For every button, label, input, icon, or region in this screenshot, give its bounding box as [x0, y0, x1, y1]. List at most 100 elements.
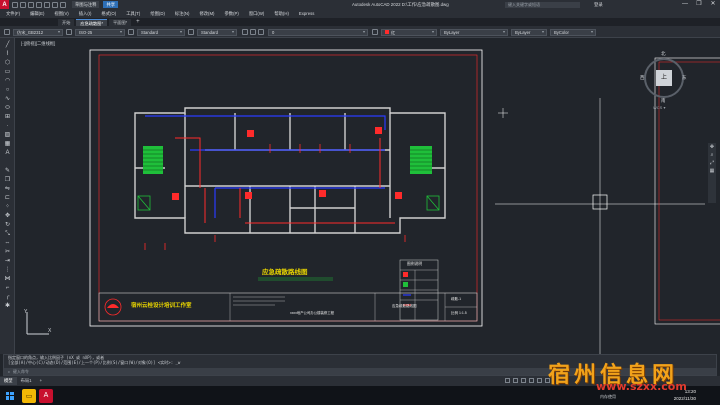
fillet-icon[interactable]: ╭ [4, 294, 11, 301]
autocad-logo-icon[interactable]: A [0, 0, 9, 9]
file-explorer-icon[interactable]: ▭ [22, 388, 36, 403]
mleader-style-icon[interactable] [188, 29, 194, 35]
table-style-dropdown[interactable]: Standard [137, 28, 185, 36]
menu-dimension[interactable]: 标注(N) [175, 11, 190, 17]
osnap-toggle-icon[interactable] [537, 378, 542, 383]
workspace-dropdown[interactable]: 草图与注释 [72, 1, 100, 8]
explode-icon[interactable]: ✱ [4, 303, 11, 310]
save-icon[interactable] [28, 1, 34, 8]
hatch-icon[interactable]: ▨ [4, 132, 11, 139]
insert-block-icon[interactable]: ⊞ [4, 114, 11, 121]
compass-north[interactable]: 北 [661, 51, 666, 57]
move-icon[interactable]: ✥ [4, 213, 11, 220]
layer-dropdown[interactable]: 0 [268, 28, 368, 36]
menu-parametric[interactable]: 参数(P) [224, 11, 238, 17]
trim-icon[interactable]: ✂ [4, 249, 11, 256]
compass-east[interactable]: 东 [682, 75, 687, 81]
compass-south[interactable]: 南 [661, 98, 666, 104]
tab-layout1[interactable]: 布局1 [17, 377, 36, 385]
close-button[interactable]: ✕ [706, 0, 720, 9]
tab-evacuation-drawing[interactable]: 应急疏散图* [76, 19, 107, 26]
menu-file[interactable]: 文件(F) [6, 11, 20, 17]
sun-icon[interactable] [258, 29, 264, 35]
menu-express[interactable]: Express [299, 11, 315, 16]
tab-start[interactable]: 开始 [58, 19, 75, 26]
start-button[interactable] [0, 386, 19, 405]
arc-icon[interactable]: ◠ [4, 78, 11, 85]
scale-icon[interactable]: ⤡ [4, 231, 11, 238]
snap-toggle-icon[interactable] [513, 378, 518, 383]
menu-view[interactable]: 视图(V) [54, 11, 68, 17]
menu-format[interactable]: 格式(O) [101, 11, 116, 17]
menu-edit[interactable]: 编辑(E) [30, 11, 44, 17]
join-icon[interactable]: ⋈ [4, 276, 11, 283]
redo-icon[interactable] [60, 1, 66, 8]
maximize-button[interactable]: ❐ [692, 0, 706, 9]
ellipse-icon[interactable]: ⬭ [4, 105, 11, 112]
table-icon[interactable]: ▦ [4, 141, 11, 148]
stretch-icon[interactable]: ⇔ [4, 240, 11, 247]
open-icon[interactable] [20, 1, 26, 8]
ortho-toggle-icon[interactable] [521, 378, 526, 383]
new-tab-button[interactable]: + [133, 19, 143, 26]
copy-icon[interactable]: ❐ [4, 177, 11, 184]
break-icon[interactable]: ⋮ [4, 267, 11, 274]
signin-button[interactable]: 登录 [594, 0, 603, 9]
plotstyle-dropdown[interactable]: ByColor [550, 28, 596, 36]
tab-model[interactable]: 模型 [0, 377, 17, 385]
chamfer-icon[interactable]: ⌐ [4, 285, 11, 292]
lightbulb-icon[interactable] [250, 29, 256, 35]
dim-style-icon[interactable] [66, 29, 72, 35]
rectangle-icon[interactable]: ▭ [4, 69, 11, 76]
menu-insert[interactable]: 插入(I) [79, 11, 92, 17]
zoom-icon[interactable]: ⌕ [708, 151, 716, 159]
pan-icon[interactable]: ✥ [708, 143, 716, 151]
table-style-icon[interactable] [128, 29, 134, 35]
wcs-menu[interactable]: WCS ▾ [653, 105, 665, 110]
menu-draw[interactable]: 绘图(D) [150, 11, 165, 17]
dim-style-dropdown[interactable]: ISO-25 [75, 28, 125, 36]
grid-toggle-icon[interactable] [505, 378, 510, 383]
minimize-button[interactable]: — [678, 0, 692, 9]
menu-window[interactable]: 窗口(W) [249, 11, 265, 17]
menu-modify[interactable]: 修改(M) [199, 11, 214, 17]
tab-floor-plan[interactable]: 平面图* [108, 19, 132, 26]
share-button[interactable]: 共享 [103, 1, 119, 8]
line-icon[interactable]: ╱ [4, 42, 11, 49]
search-input[interactable]: 键入关键字或短语 [505, 1, 580, 8]
viewcube[interactable]: 上 北 南 西 东 WCS ▾ [640, 48, 690, 110]
array-icon[interactable]: ⁘ [4, 204, 11, 211]
erase-icon[interactable]: ✎ [4, 168, 11, 175]
autocad-taskbar-icon[interactable]: A [39, 388, 53, 403]
text-icon[interactable]: A [4, 150, 11, 157]
undo-icon[interactable] [52, 1, 58, 8]
drawing-canvas[interactable]: [-][俯视][二维线框] 应急疏散路线图 图例说明 宿州云桂设计培训工作室 x… [15, 38, 720, 354]
layer-state-icon[interactable] [372, 29, 378, 35]
saveas-icon[interactable] [36, 1, 42, 8]
menu-help[interactable]: 帮助(H) [274, 11, 289, 17]
showmotion-icon[interactable]: ▦ [708, 167, 716, 175]
new-icon[interactable] [12, 1, 18, 8]
lineweight-dropdown[interactable]: ByLayer [511, 28, 547, 36]
point-icon[interactable]: · [4, 123, 11, 130]
print-icon[interactable] [44, 1, 50, 8]
extend-icon[interactable]: ⇥ [4, 258, 11, 265]
mleader-style-dropdown[interactable]: Standard [197, 28, 237, 36]
color-dropdown[interactable]: 红 [381, 28, 437, 36]
linetype-dropdown[interactable]: ByLayer [440, 28, 508, 36]
new-layout-button[interactable]: + [36, 377, 47, 385]
text-style-dropdown[interactable]: 仿宋_GB2312 [13, 28, 63, 36]
menu-tools[interactable]: 工具(T) [126, 11, 140, 17]
viewcube-top-face[interactable]: 上 [656, 70, 672, 86]
orbit-icon[interactable]: ⤢ [708, 159, 716, 167]
offset-icon[interactable]: ⊏ [4, 195, 11, 202]
circle-icon[interactable]: ○ [4, 87, 11, 94]
compass-west[interactable]: 西 [640, 75, 645, 81]
polyline-icon[interactable]: ⌇ [4, 51, 11, 58]
polygon-icon[interactable]: ⬡ [4, 60, 11, 67]
rotate-icon[interactable]: ↻ [4, 222, 11, 229]
layer-properties-icon[interactable] [242, 29, 248, 35]
spline-icon[interactable]: ∿ [4, 96, 11, 103]
text-style-icon[interactable] [4, 29, 10, 35]
mirror-icon[interactable]: ⇋ [4, 186, 11, 193]
